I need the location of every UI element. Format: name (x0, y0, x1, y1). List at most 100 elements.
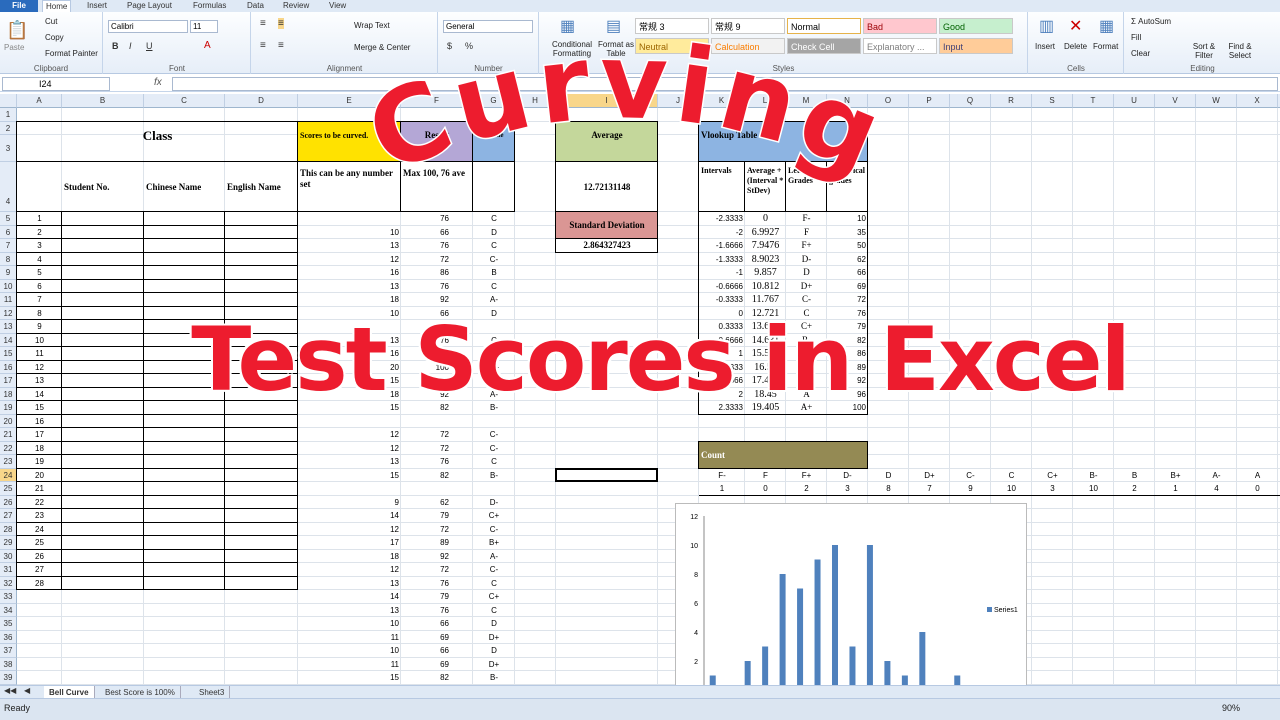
row-header-18[interactable]: 18 (0, 387, 17, 401)
row-header-26[interactable]: 26 (0, 495, 17, 509)
col-header-R[interactable]: R (991, 94, 1032, 108)
letter-grade-cell[interactable]: C- (475, 428, 513, 442)
align-left-icon[interactable]: ≡ (260, 40, 266, 51)
count-grade-header[interactable]: F- (701, 469, 743, 483)
row-header-5[interactable]: 5 (0, 212, 17, 226)
letter-grade-cell[interactable]: C- (475, 563, 513, 577)
ribbon-tab-page-layout[interactable]: Page Layout (124, 0, 175, 12)
col-header-V[interactable]: V (1155, 94, 1196, 108)
count-value[interactable]: 1 (1157, 482, 1194, 496)
raw-score-cell[interactable] (300, 212, 399, 226)
col-header-C[interactable]: C (144, 94, 225, 108)
row-header-32[interactable]: 32 (0, 576, 17, 590)
count-value[interactable]: 8 (870, 482, 907, 496)
letter-grade-cell[interactable]: C+ (475, 509, 513, 523)
result-score-cell[interactable] (403, 482, 471, 496)
count-value[interactable]: 10 (993, 482, 1030, 496)
letter-grade-cell[interactable]: C (475, 212, 513, 226)
letter-grade-cell[interactable]: B- (475, 469, 513, 483)
autosum-button[interactable]: Σ AutoSum (1131, 17, 1171, 26)
result-score-cell[interactable]: 72 (403, 428, 471, 442)
letter-grade-cell[interactable]: C (475, 577, 513, 591)
format-button[interactable]: Format (1093, 42, 1118, 51)
result-score-cell[interactable]: 92 (403, 550, 471, 564)
count-value[interactable]: 9 (952, 482, 989, 496)
count-grade-header[interactable]: A (1239, 469, 1276, 483)
letter-grade-cell[interactable]: B- (475, 671, 513, 685)
raw-score-cell[interactable]: 12 (300, 428, 399, 442)
row-header-21[interactable]: 21 (0, 428, 17, 442)
raw-score-cell[interactable] (300, 482, 399, 496)
col-header-Q[interactable]: Q (950, 94, 991, 108)
result-score-cell[interactable]: 79 (403, 590, 471, 604)
result-score-cell[interactable]: 82 (403, 671, 471, 685)
chart-bar-A+[interactable] (954, 675, 961, 686)
letter-grade-cell[interactable]: C (475, 455, 513, 469)
letter-grade-cell[interactable]: D (475, 617, 513, 631)
row-header-1[interactable]: 1 (0, 108, 17, 122)
letter-grade-cell[interactable]: D (475, 226, 513, 240)
letter-grade-cell[interactable]: C (475, 604, 513, 618)
result-score-cell[interactable]: 62 (403, 496, 471, 510)
result-score-cell[interactable]: 69 (403, 631, 471, 645)
row-header-39[interactable]: 39 (0, 671, 17, 685)
result-score-cell[interactable]: 82 (403, 469, 471, 483)
row-header-25[interactable]: 25 (0, 482, 17, 496)
ribbon-tab-file[interactable]: File (0, 0, 38, 12)
count-value[interactable]: 3 (1034, 482, 1071, 496)
col-header-N[interactable]: N (827, 94, 868, 108)
count-value[interactable]: 3 (829, 482, 866, 496)
raw-score-cell[interactable]: 15 (300, 671, 399, 685)
count-grade-header[interactable]: C (993, 469, 1030, 483)
row-header-28[interactable]: 28 (0, 522, 17, 536)
raw-score-cell[interactable]: 13 (300, 577, 399, 591)
conditional-formatting-icon[interactable]: ▦ (560, 16, 575, 36)
row-header-36[interactable]: 36 (0, 630, 17, 644)
first-sheet-icon[interactable]: ◀◀ (4, 686, 16, 695)
raw-score-cell[interactable]: 17 (300, 536, 399, 550)
count-value[interactable]: 0 (747, 482, 784, 496)
row-header-27[interactable]: 27 (0, 509, 17, 523)
count-grade-header[interactable]: B (1116, 469, 1153, 483)
chart-bar-C-[interactable] (814, 559, 821, 686)
raw-score-cell[interactable]: 13 (300, 604, 399, 618)
chart-bar-F-[interactable] (709, 675, 716, 686)
align-top-icon[interactable]: ≡ (260, 18, 266, 29)
col-header-S[interactable]: S (1032, 94, 1073, 108)
letter-grade-cell[interactable]: C (475, 280, 513, 294)
raw-score-cell[interactable]: 11 (300, 631, 399, 645)
count-grade-header[interactable]: D+ (911, 469, 948, 483)
letter-grade-cell[interactable]: C (475, 239, 513, 253)
col-header-T[interactable]: T (1073, 94, 1114, 108)
letter-grade-cell[interactable]: A- (475, 550, 513, 564)
raw-score-cell[interactable]: 15 (300, 469, 399, 483)
count-grade-header[interactable]: F (747, 469, 784, 483)
format-table-icon[interactable]: ▤ (606, 16, 621, 36)
raw-score-cell[interactable]: 14 (300, 509, 399, 523)
row-header-6[interactable]: 6 (0, 225, 17, 239)
letter-grade-cell[interactable]: C- (475, 523, 513, 537)
style-cell-7[interactable]: Check Cell (787, 38, 861, 54)
raw-score-cell[interactable]: 11 (300, 658, 399, 672)
count-grade-header[interactable]: B- (1075, 469, 1112, 483)
result-score-cell[interactable]: 76 (403, 577, 471, 591)
row-header-22[interactable]: 22 (0, 441, 17, 455)
letter-grade-cell[interactable]: B (475, 266, 513, 280)
result-score-cell[interactable]: 79 (403, 509, 471, 523)
raw-score-cell[interactable]: 14 (300, 590, 399, 604)
count-value[interactable]: 7 (911, 482, 948, 496)
style-cell-6[interactable]: Calculation (711, 38, 785, 54)
count-grade-header[interactable]: A- (1198, 469, 1235, 483)
row-header-15[interactable]: 15 (0, 347, 17, 361)
chart-bar-B-[interactable] (866, 545, 873, 685)
insert-cells-icon[interactable]: ▥ (1039, 16, 1054, 36)
underline-icon[interactable]: U (146, 41, 153, 51)
style-cell-3[interactable]: Bad (863, 18, 937, 34)
col-header-A[interactable]: A (17, 94, 62, 108)
row-header-19[interactable]: 19 (0, 401, 17, 415)
col-header-U[interactable]: U (1114, 94, 1155, 108)
row-header-7[interactable]: 7 (0, 239, 17, 253)
result-score-cell[interactable]: 72 (403, 442, 471, 456)
style-cell-2[interactable]: Normal (787, 18, 861, 34)
align-center-icon[interactable]: ≡ (278, 40, 284, 51)
